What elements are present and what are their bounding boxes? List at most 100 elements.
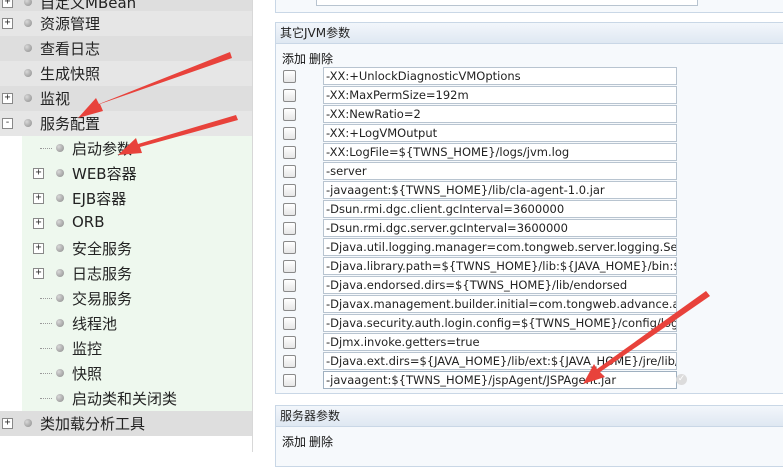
row-checkbox[interactable] xyxy=(283,260,296,273)
sidebar-subitem-label: 快照 xyxy=(72,365,103,383)
row-checkbox[interactable] xyxy=(283,241,296,254)
row-checkbox[interactable] xyxy=(283,70,296,83)
sidebar-subitem-label: ORB xyxy=(72,213,105,231)
sidebar-item-label: 资源管理 xyxy=(40,15,101,33)
sidebar-subitem-label: 启动参数 xyxy=(72,140,133,158)
expand-icon[interactable]: + xyxy=(2,93,13,104)
node-bullet-icon xyxy=(24,94,32,102)
server-add-button[interactable]: 添加 xyxy=(282,435,306,449)
sidebar-subitem-label: 安全服务 xyxy=(72,240,133,258)
row-checkbox[interactable] xyxy=(283,184,296,197)
param-input[interactable]: -Djava.endorsed.dirs=${TWNS_HOME}/lib/en… xyxy=(323,276,677,294)
row-checkbox[interactable] xyxy=(283,89,296,102)
param-row: -XX:LogFile=${TWNS_HOME}/logs/jvm.log xyxy=(276,143,783,162)
sidebar-item-6[interactable]: + 类加载分析工具 xyxy=(0,411,252,436)
row-checkbox[interactable] xyxy=(283,279,296,292)
expand-icon[interactable]: + xyxy=(2,18,13,29)
expand-icon[interactable]: + xyxy=(2,418,13,429)
param-input[interactable]: -Djava.security.auth.login.config=${TWNS… xyxy=(323,314,677,332)
sidebar-subitem-3[interactable]: + ORB xyxy=(22,211,252,236)
row-checkbox[interactable] xyxy=(283,317,296,330)
row-checkbox[interactable] xyxy=(283,298,296,311)
tree-connector xyxy=(40,323,52,324)
sidebar-item-2[interactable]: 查看日志 xyxy=(0,36,252,61)
param-row: -javaagent:${TWNS_HOME}/lib/cla-agent-1.… xyxy=(276,181,783,200)
param-input[interactable]: -XX:+UnlockDiagnosticVMOptions xyxy=(323,67,677,85)
param-row: -XX:+UnlockDiagnosticVMOptions xyxy=(276,67,783,86)
param-input[interactable]: -XX:+LogVMOutput xyxy=(323,124,677,142)
sidebar-subitem-6[interactable]: 交易服务 xyxy=(22,286,252,311)
sidebar-item-label: 查看日志 xyxy=(40,40,101,58)
tree-connector xyxy=(40,398,52,399)
config-content: 其它JVM参数 添加 删除 -XX:+UnlockDiagnosticVMOpti… xyxy=(252,0,783,467)
sidebar-subitem-8[interactable]: 监控 xyxy=(22,336,252,361)
sidebar-item-1[interactable]: + 资源管理 xyxy=(0,11,252,36)
param-input[interactable]: -javaagent:${TWNS_HOME}/lib/cla-agent-1.… xyxy=(323,181,677,199)
sidebar-subitem-7[interactable]: 线程池 xyxy=(22,311,252,336)
jvm-toolbar: 添加 删除 xyxy=(282,50,336,67)
param-row: -server xyxy=(276,162,783,181)
sidebar-subitem-label: WEB容器 xyxy=(72,165,137,183)
param-row: -Djava.util.logging.manager=com.tongweb.… xyxy=(276,238,783,257)
param-input[interactable]: -Dsun.rmi.dgc.server.gcInterval=3600000 xyxy=(323,219,677,237)
node-bullet-icon xyxy=(56,394,64,402)
param-input[interactable]: -Djava.library.path=${TWNS_HOME}/lib:${J… xyxy=(323,257,677,275)
param-input[interactable]: -Dsun.rmi.dgc.client.gcInterval=3600000 xyxy=(323,200,677,218)
expand-icon[interactable]: + xyxy=(33,168,44,179)
param-input[interactable]: -javaagent:${TWNS_HOME}/jspAgent/JSPAgen… xyxy=(323,371,677,389)
server-delete-button[interactable]: 删除 xyxy=(309,435,333,449)
node-bullet-icon xyxy=(24,0,32,6)
param-row: -Dsun.rmi.dgc.client.gcInterval=3600000 xyxy=(276,200,783,219)
param-row: -XX:MaxPermSize=192m xyxy=(276,86,783,105)
sidebar-item-5[interactable]: - 服务配置 xyxy=(0,111,252,136)
add-button[interactable]: 添加 xyxy=(282,52,306,66)
node-bullet-icon xyxy=(56,369,64,377)
param-input[interactable]: -Djavax.management.builder.initial=com.t… xyxy=(323,295,677,313)
expand-icon[interactable]: + xyxy=(33,243,44,254)
sidebar-subitem-5[interactable]: + 日志服务 xyxy=(22,261,252,286)
param-input[interactable]: -Djava.ext.dirs=${JAVA_HOME}/lib/ext:${J… xyxy=(323,352,677,370)
delete-button[interactable]: 删除 xyxy=(309,52,333,66)
sidebar-subitem-label: 启动类和关闭类 xyxy=(72,390,178,408)
sidebar-item-3[interactable]: 生成快照 xyxy=(0,61,252,86)
param-input[interactable]: -XX:LogFile=${TWNS_HOME}/logs/jvm.log xyxy=(323,143,677,161)
sidebar-item-label: 生成快照 xyxy=(40,65,101,83)
node-bullet-icon xyxy=(56,269,64,277)
row-checkbox[interactable] xyxy=(283,222,296,235)
expand-icon[interactable]: + xyxy=(33,268,44,279)
param-row: -Djava.ext.dirs=${JAVA_HOME}/lib/ext:${J… xyxy=(276,352,783,371)
row-checkbox[interactable] xyxy=(283,127,296,140)
row-checkbox[interactable] xyxy=(283,355,296,368)
row-checkbox[interactable] xyxy=(283,108,296,121)
tree-connector xyxy=(40,373,52,374)
sidebar-subitem-10[interactable]: 启动类和关闭类 xyxy=(22,386,252,411)
param-row: -Djava.library.path=${TWNS_HOME}/lib:${J… xyxy=(276,257,783,276)
sidebar-subitem-label: 交易服务 xyxy=(72,290,133,308)
expand-icon[interactable]: + xyxy=(33,218,44,229)
param-row: -Djava.security.auth.login.config=${TWNS… xyxy=(276,314,783,333)
row-checkbox[interactable] xyxy=(283,165,296,178)
param-input[interactable]: -Djava.util.logging.manager=com.tongweb.… xyxy=(323,238,677,256)
sidebar-item-4[interactable]: + 监视 xyxy=(0,86,252,111)
sidebar-subitem-1[interactable]: + WEB容器 xyxy=(22,161,252,186)
row-checkbox[interactable] xyxy=(283,146,296,159)
expand-icon[interactable]: + xyxy=(33,193,44,204)
row-checkbox[interactable] xyxy=(283,374,296,387)
row-checkbox[interactable] xyxy=(283,336,296,349)
sidebar-subitem-2[interactable]: + EJB容器 xyxy=(22,186,252,211)
param-input[interactable]: -XX:NewRatio=2 xyxy=(323,105,677,123)
param-input[interactable]: -server xyxy=(323,162,677,180)
sidebar-subitem-9[interactable]: 快照 xyxy=(22,361,252,386)
node-bullet-icon xyxy=(56,244,64,252)
collapse-icon[interactable]: - xyxy=(2,118,13,129)
sidebar-subitem-0[interactable]: 启动参数 xyxy=(22,136,252,161)
expand-icon[interactable]: + xyxy=(2,0,13,8)
param-input[interactable]: -XX:MaxPermSize=192m xyxy=(323,86,677,104)
row-checkbox[interactable] xyxy=(283,203,296,216)
sidebar-subitem-4[interactable]: + 安全服务 xyxy=(22,236,252,261)
node-bullet-icon xyxy=(24,69,32,77)
param-row: -XX:+LogVMOutput xyxy=(276,124,783,143)
navigation-tree: + 自定义MBean + 资源管理 查看日志 生成快照 + 监视 - 服务配置 启动参数 + WEB容器… xyxy=(0,0,252,452)
param-row: -Dsun.rmi.dgc.server.gcInterval=3600000 xyxy=(276,219,783,238)
param-input[interactable]: -Djmx.invoke.getters=true xyxy=(323,333,677,351)
